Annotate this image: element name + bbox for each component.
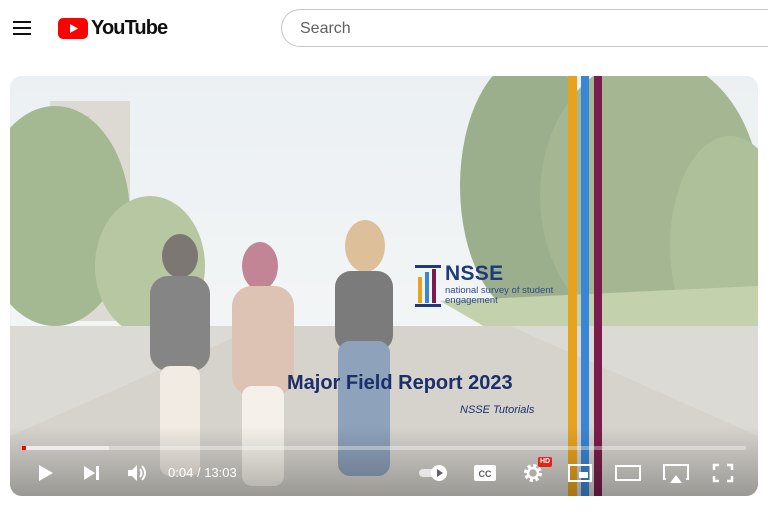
buffered-bar [22,446,109,450]
subtitles-button[interactable]: CC [467,458,503,488]
search-box[interactable] [281,9,768,48]
progress-bar[interactable] [22,446,746,450]
hd-badge: HD [538,457,552,467]
logo-wordmark: YouTube [91,17,168,39]
miniplayer-button[interactable] [562,458,598,488]
play-button[interactable] [28,458,64,488]
nsse-name: NSSE [445,262,504,285]
next-button[interactable] [73,458,109,488]
mute-button[interactable] [120,458,156,488]
time-separator: / [196,465,201,480]
youtube-logo[interactable]: YouTube [58,17,168,39]
fullscreen-icon [712,463,734,483]
video-player[interactable]: NSSE national survey of student engageme… [10,76,758,496]
time-display: 0:04 / 13:03 [168,465,237,480]
volume-icon [128,465,146,481]
svg-text:CC: CC [479,469,492,479]
autoplay-toggle[interactable] [415,458,451,488]
masthead: YouTube [0,0,768,56]
airplay-icon [663,464,689,483]
youtube-play-logo-icon [58,17,88,39]
miniplayer-icon [568,464,592,482]
theater-mode-button[interactable] [610,458,646,488]
fullscreen-button[interactable] [705,458,741,488]
slide-title: Major Field Report 2023 [287,372,513,394]
hamburger-icon [13,21,31,23]
guide-menu-button[interactable] [8,12,36,44]
nsse-tagline: national survey of student engagement [445,285,554,306]
closed-captions-icon: CC [474,465,496,481]
current-time: 0:04 [168,465,194,480]
autoplay-toggle-icon [419,465,447,481]
played-bar [22,446,26,450]
skip-next-icon [84,466,99,480]
duration: 13:03 [204,465,237,480]
theater-mode-icon [615,465,641,481]
play-icon [39,465,53,481]
search-input[interactable] [298,10,762,48]
nsse-columns-icon [415,265,441,307]
cast-button[interactable] [658,458,694,488]
nsse-logo: NSSE national survey of student engageme… [415,259,555,311]
slide-subtitle: NSSE Tutorials [460,404,535,416]
